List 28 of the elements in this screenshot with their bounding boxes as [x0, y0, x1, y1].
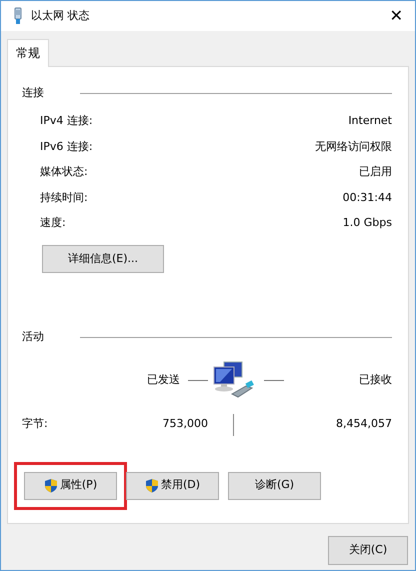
action-button[interactable]: 诊断(G)	[228, 472, 321, 500]
field-value: 1.0 Gbps	[342, 215, 392, 231]
field-value: Internet	[348, 113, 392, 129]
field-label: 速度:	[40, 215, 66, 231]
field-label: 持续时间:	[40, 190, 88, 206]
field-label: IPv4 连接:	[40, 113, 93, 129]
tab[interactable]: 常规	[7, 39, 49, 67]
shield-icon	[144, 478, 159, 493]
close-button[interactable]: ✕	[386, 8, 407, 24]
field-label: 媒体状态:	[40, 164, 88, 180]
action-button[interactable]: 属性(P)	[24, 472, 117, 500]
ethernet-icon	[13, 7, 23, 25]
close-dialog-button[interactable]: 关闭(C)	[328, 536, 408, 565]
bytes-label: 字节:	[22, 416, 49, 432]
section-heading: 活动	[22, 329, 44, 345]
field-value: 已启用	[359, 164, 392, 180]
field-value: 00:31:44	[342, 190, 392, 206]
details-button[interactable]: 详细信息(E)...	[42, 245, 164, 273]
section-heading: 连接	[22, 85, 44, 101]
window-title: 以太网 状态	[31, 8, 90, 24]
shield-icon	[44, 478, 58, 493]
sent-label: 已发送	[147, 372, 180, 388]
field-value: 无网络访问权限	[315, 138, 392, 154]
field-label: IPv6 连接:	[40, 138, 93, 154]
action-button[interactable]: 禁用(D)	[126, 472, 219, 500]
received-bytes: 8,454,057	[335, 416, 392, 432]
received-label: 已接收	[359, 372, 392, 388]
sent-bytes: 753,000	[162, 416, 208, 432]
